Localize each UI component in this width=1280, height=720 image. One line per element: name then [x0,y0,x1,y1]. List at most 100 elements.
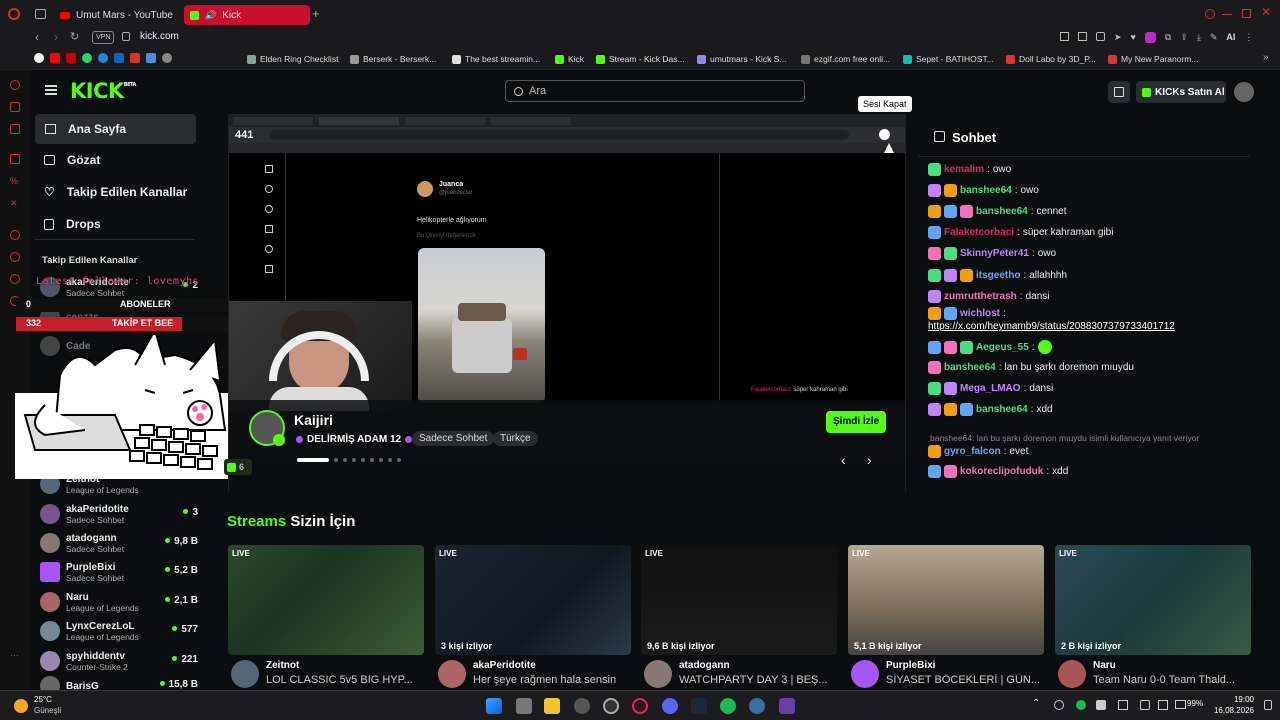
chat-username[interactable]: Falaketcorbaci [944,227,1014,238]
hamburger-menu-icon[interactable] [45,85,57,87]
maximize-icon[interactable] [1242,9,1251,18]
app-icon[interactable] [574,698,590,714]
library-button[interactable] [1108,81,1130,103]
user-avatar[interactable] [1234,82,1254,102]
stream-channel-name[interactable]: PurpleBixi [886,660,935,671]
task-view-icon[interactable] [516,698,532,714]
stream-thumbnail[interactable]: LIVE 9,6 B kişi izliyor [641,545,837,655]
tools-icon[interactable] [146,53,156,63]
whatsapp-icon[interactable] [82,53,92,63]
chat-username[interactable]: kemalim [944,164,984,175]
bookmark-item[interactable]: ezgif.com free onli... [801,54,890,64]
stream-title[interactable]: Her şeye rağmen hala sensin [473,674,638,686]
youtube-icon[interactable] [50,53,60,63]
sidebar-app-icon[interactable] [10,80,20,90]
weather-temp[interactable]: 25°C [34,695,52,704]
stream-avatar[interactable] [231,660,259,688]
chat-message[interactable]: Aegeus_55: [928,340,1248,354]
new-tab-icon[interactable]: + [312,7,320,20]
battery-icon[interactable] [1175,700,1186,709]
volume-icon[interactable] [1158,700,1168,710]
chat-message[interactable]: Falaketcorbaci: süper kahraman gibi [928,226,1248,239]
stream-title[interactable]: WATCHPARTY DAY 3 | BEŞ... [679,674,844,686]
tray-spotify-icon[interactable] [1076,700,1086,710]
stream-info[interactable]: Zeitnot LOL CLASSIC 5v5 BIG HYP... [228,658,428,690]
bookmark-item[interactable]: Elden Ring Checklist [247,54,338,64]
bookmark-item[interactable]: Sepet - BATIHOST... [903,54,994,64]
discord-icon[interactable] [662,698,678,714]
chat-message[interactable]: Mega_LMAO: dansi [928,382,1248,395]
chat-username[interactable]: banshee64 [960,185,1012,196]
bookmark-item[interactable]: Kick [555,54,584,64]
wifi-icon[interactable] [1118,700,1128,710]
followed-channel[interactable]: Naru League of Legends 2,1 B [40,588,210,616]
chat-username[interactable]: Mega_LMAO [960,383,1021,394]
url-field[interactable]: kick.com [140,30,179,44]
back-icon[interactable]: ‹ [35,29,39,45]
tray-icon[interactable] [1096,700,1106,710]
chat-username[interactable]: wichlost [960,308,1000,319]
battery-percent[interactable]: 99% [1187,699,1203,708]
carousel-dot[interactable] [334,458,338,462]
stream-title[interactable]: Team Naru 0-0 Team Thald... [1093,674,1258,686]
chat-username[interactable]: gyro_falcon [944,446,1001,457]
carousel-prev-icon[interactable]: ‹ [841,452,846,468]
chat-username[interactable]: zumrutthetrash [944,291,1017,302]
sidebar-app-icon[interactable] [10,252,20,262]
stream-title[interactable]: SİYASET BÖCEKLERİ | GÜN... [886,674,1051,686]
chat-message[interactable]: banshee64: owo [928,184,1248,197]
sidebar-app-icon[interactable] [10,102,20,112]
stream-thumbnail[interactable]: LIVE 5,1 B kişi izliyor [848,545,1044,655]
search-tabs-icon[interactable] [1205,9,1215,19]
tray-chevron-icon[interactable]: ⌃ [1032,698,1040,709]
opera-gx-icon[interactable] [632,698,648,714]
heart-icon[interactable]: ♥ [1131,32,1136,43]
chat-message[interactable]: banshee64: xdd [928,403,1248,416]
kick-logo[interactable]: KICKBETA [70,79,136,103]
watch-now-button[interactable]: Şimdi İzle [826,411,886,433]
outlook-icon[interactable] [130,53,140,63]
followed-channel[interactable]: atadogann Sadece Sohbet 9,8 B [40,529,210,557]
stream-avatar[interactable] [438,660,466,688]
send-icon[interactable]: ➤ [1114,32,1122,43]
chat-message[interactable]: itsgeetho: allahhhh [928,269,1248,282]
nav-browse[interactable]: Gözat [34,145,194,175]
extension-icon[interactable] [1144,32,1156,43]
sidebar-app-icon[interactable] [10,154,20,164]
bookmark-item[interactable]: The best streamin... [452,54,540,64]
carousel-dot[interactable] [379,458,383,462]
minimize-icon[interactable] [1222,14,1232,15]
chat-message[interactable]: zumrutthetrash: dansi [928,290,1248,303]
google-icon[interactable] [34,53,44,63]
chat-username[interactable]: itsgeetho [976,270,1020,281]
windows-start-icon[interactable] [486,698,502,714]
chat-message[interactable]: kokoreclipofuduk: xdd [928,465,1248,478]
netflix-icon[interactable] [66,53,76,63]
nav-following[interactable]: ♡ Takip Edilen Kanallar [34,177,194,207]
stream-avatar[interactable] [644,660,672,688]
followed-channel[interactable]: spyhiddentv Counter-Strike 2 221 [40,647,210,675]
bookmark-item[interactable]: Berserk - Berserk... [350,54,436,64]
carousel-dot[interactable] [361,458,365,462]
bookmark-item[interactable]: My New Paranorm... [1108,54,1198,64]
opera-icon[interactable] [8,8,20,20]
settings-gear-icon[interactable] [749,698,765,714]
share-icon[interactable]: ⇪ [1180,32,1188,43]
stream-avatar[interactable] [851,660,879,688]
vpn-badge[interactable]: VPN [92,31,115,44]
easy-setup-icon[interactable]: ✎ [1210,32,1218,43]
chat-message[interactable]: banshee64: lan bu şarkı doremon mıuydu [928,361,1248,374]
chat-message[interactable]: SkinnyPeter41: owo [928,247,1248,260]
tag-chip[interactable]: Türkçe [493,431,538,446]
ai-button[interactable]: AI [1226,32,1235,43]
chat-username[interactable]: banshee64 [944,362,996,373]
chat-message[interactable]: kemalim: owo [928,163,1248,176]
sidebar-app-icon[interactable] [10,230,20,240]
chat-username[interactable]: banshee64 [976,404,1028,415]
chat-popout-icon[interactable] [934,131,945,142]
buy-kicks-button[interactable]: KICKs Satın Al [1136,81,1226,103]
carousel-next-icon[interactable]: › [867,452,872,468]
search-input[interactable]: Ara [505,80,805,102]
spotify-icon[interactable] [720,698,736,714]
followed-channel[interactable]: akaPeridotite Sadece Sohbet 3 [40,500,210,528]
